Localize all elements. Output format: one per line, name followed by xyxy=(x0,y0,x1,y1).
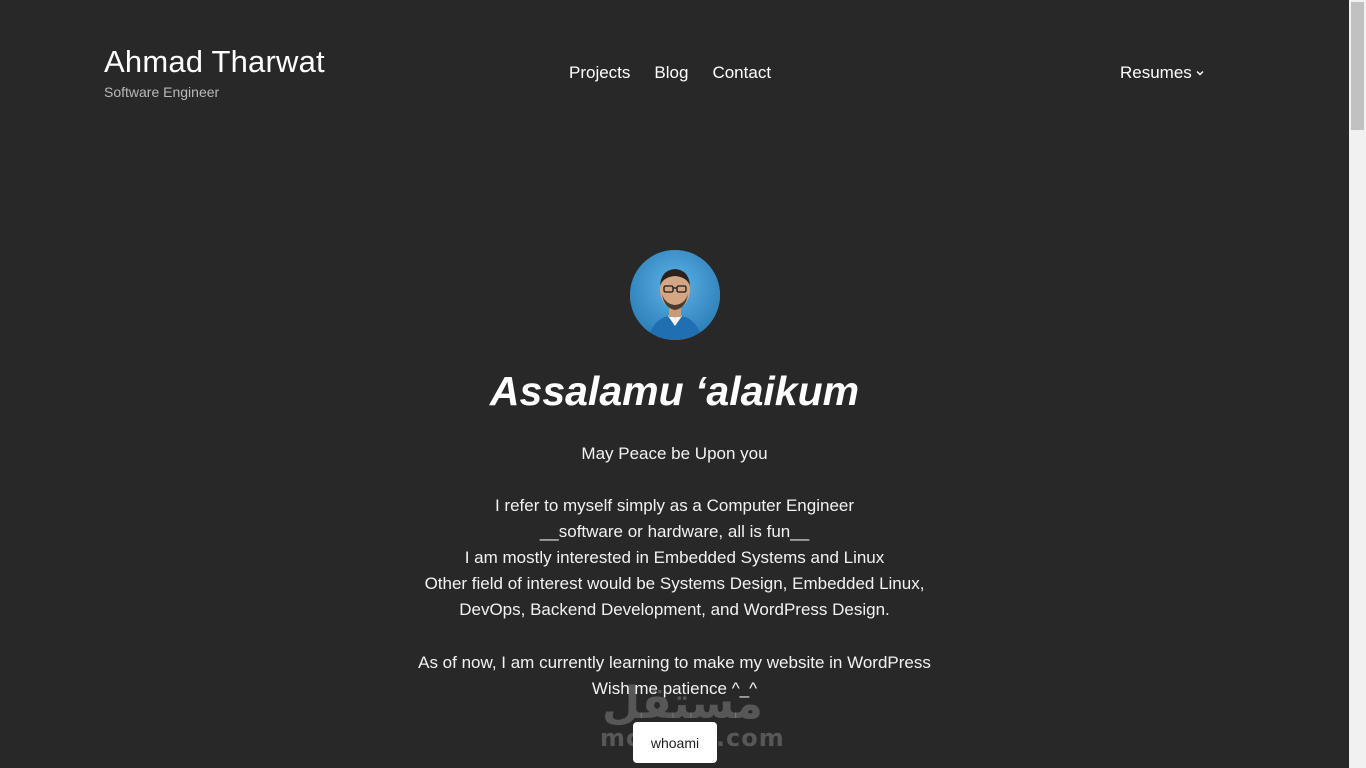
resumes-dropdown[interactable]: Resumes xyxy=(1120,62,1205,84)
learning-paragraph: As of now, I am currently learning to ma… xyxy=(0,650,1349,702)
site-title[interactable]: Ahmad Tharwat xyxy=(104,44,325,80)
resumes-label: Resumes xyxy=(1120,63,1192,82)
avatar xyxy=(630,250,720,340)
whoami-button[interactable]: whoami xyxy=(633,722,717,763)
avatar-photo xyxy=(630,250,720,340)
bio-line: __software or hardware, all is fun__ xyxy=(539,522,810,541)
nav-link-projects[interactable]: Projects xyxy=(569,62,630,84)
site-tagline: Software Engineer xyxy=(104,84,220,100)
peace-text: May Peace be Upon you xyxy=(581,444,768,463)
main-nav: Projects Blog Contact xyxy=(569,62,771,84)
brand: Ahmad Tharwat Software Engineer xyxy=(104,44,325,100)
nav-link-contact[interactable]: Contact xyxy=(712,62,771,84)
greeting-heading: Assalamu ‘alaikum xyxy=(489,368,860,414)
bio-line: DevOps, Backend Development, and WordPre… xyxy=(459,600,890,619)
site-header: Ahmad Tharwat Software Engineer Projects… xyxy=(0,0,1349,130)
nav-link-blog[interactable]: Blog xyxy=(654,62,688,84)
scrollbar-thumb[interactable] xyxy=(1351,2,1364,130)
chevron-down-icon xyxy=(1195,68,1205,78)
bio-line: Other field of interest would be Systems… xyxy=(424,574,925,593)
bio-paragraph: I refer to myself simply as a Computer E… xyxy=(0,493,1349,623)
learning-line: Wish me patience ^_^ xyxy=(591,679,758,698)
page-scrollbar[interactable] xyxy=(1349,0,1366,768)
bio-line: I am mostly interested in Embedded Syste… xyxy=(464,548,885,567)
learning-line: As of now, I am currently learning to ma… xyxy=(418,653,931,672)
bio-line: I refer to myself simply as a Computer E… xyxy=(494,496,855,515)
